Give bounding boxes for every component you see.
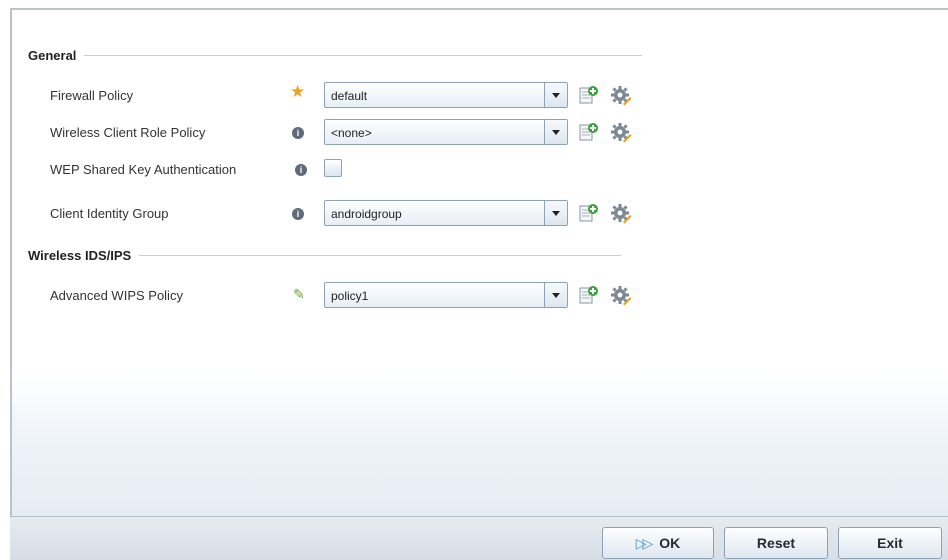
firewall-policy-label: Firewall Policy <box>50 88 134 103</box>
chevron-down-icon[interactable] <box>544 283 567 307</box>
info-icon: i <box>295 164 307 176</box>
gear-icon[interactable] <box>610 285 632 307</box>
section-general-title: General <box>28 48 77 63</box>
required-star-icon: ★ <box>290 82 306 101</box>
section-wireless-ids-title: Wireless IDS/IPS <box>28 248 132 263</box>
chevron-down-icon[interactable] <box>544 120 567 144</box>
wep-shared-key-label: WEP Shared Key Authentication <box>50 162 237 177</box>
ok-button-label: OK <box>659 535 681 551</box>
wep-shared-key-checkbox[interactable] <box>324 159 342 177</box>
firewall-policy-row: Firewall Policy ★ default <box>12 82 712 112</box>
advanced-wips-policy-value: policy1 <box>331 289 369 303</box>
exit-button[interactable]: Exit <box>838 527 942 559</box>
ok-button[interactable]: ▷▷ OK <box>602 527 714 559</box>
reset-button-label: Reset <box>756 535 796 551</box>
advanced-wips-policy-select[interactable]: policy1 <box>324 282 568 308</box>
info-icon: i <box>292 127 304 139</box>
reset-button[interactable]: Reset <box>724 527 828 559</box>
advanced-wips-policy-row: Advanced WIPS Policy ✎ policy1 <box>12 282 712 312</box>
client-role-policy-row: Wireless Client Role Policy i <none> <box>12 119 712 149</box>
client-identity-group-label: Client Identity Group <box>50 206 169 221</box>
policy-form-panel: General Firewall Policy ★ default Wirele… <box>10 8 948 560</box>
firewall-policy-value: default <box>331 89 368 103</box>
section-general: General <box>28 48 643 63</box>
add-policy-icon[interactable] <box>579 203 599 223</box>
double-arrow-icon: ▷▷ <box>635 534 653 551</box>
exit-button-label: Exit <box>877 535 903 551</box>
action-bar: ▷▷ OK Reset Exit <box>10 516 948 560</box>
gear-icon[interactable] <box>610 203 632 225</box>
add-policy-icon[interactable] <box>579 85 599 105</box>
gear-icon[interactable] <box>610 85 632 107</box>
section-wireless-ids: Wireless IDS/IPS <box>28 248 622 263</box>
client-identity-group-value: androidgroup <box>331 207 402 221</box>
info-icon: i <box>292 208 304 220</box>
client-role-policy-label: Wireless Client Role Policy <box>50 125 206 140</box>
client-role-policy-select[interactable]: <none> <box>324 119 568 145</box>
client-identity-group-select[interactable]: androidgroup <box>324 200 568 226</box>
add-policy-icon[interactable] <box>579 122 599 142</box>
gear-icon[interactable] <box>610 122 632 144</box>
section-divider <box>84 55 643 56</box>
pencil-icon: ✎ <box>293 286 305 302</box>
chevron-down-icon[interactable] <box>544 83 567 107</box>
client-identity-group-row: Client Identity Group i androidgroup <box>12 200 712 230</box>
advanced-wips-policy-label: Advanced WIPS Policy <box>50 288 183 303</box>
firewall-policy-select[interactable]: default <box>324 82 568 108</box>
chevron-down-icon[interactable] <box>544 201 567 225</box>
wep-shared-key-row: WEP Shared Key Authentication i <box>12 156 712 186</box>
section-divider <box>139 255 622 256</box>
client-role-policy-value: <none> <box>331 126 372 140</box>
add-policy-icon[interactable] <box>579 285 599 305</box>
